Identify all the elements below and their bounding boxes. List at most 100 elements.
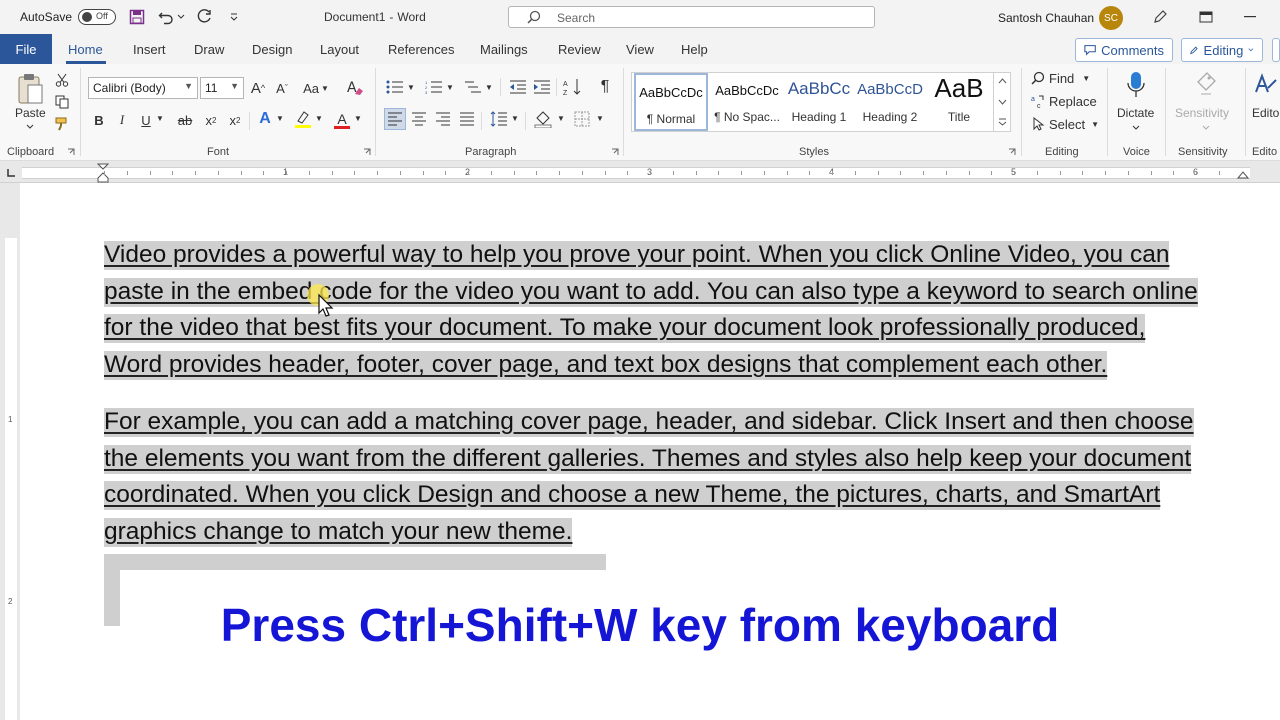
dialog-launcher-icon[interactable]	[1008, 148, 1016, 156]
dialog-launcher-icon[interactable]	[363, 148, 371, 156]
underline-button[interactable]: U	[138, 110, 154, 130]
ribbon-display-icon[interactable]	[1196, 7, 1216, 27]
highlight-dropdown-icon[interactable]: ▼	[315, 114, 323, 123]
shading-icon[interactable]	[533, 108, 553, 130]
line-spacing-icon[interactable]	[488, 108, 510, 130]
paste-dropdown-icon[interactable]	[26, 124, 34, 129]
grow-font-button[interactable]: A ^	[249, 78, 267, 98]
style-heading-1[interactable]: AaBbCc Heading 1	[782, 73, 856, 131]
clear-formatting-icon[interactable]: A	[344, 78, 366, 98]
align-center-icon[interactable]	[409, 108, 429, 130]
more-styles-icon[interactable]	[998, 118, 1007, 126]
tab-file[interactable]: File	[0, 34, 52, 64]
tab-review[interactable]: Review	[558, 42, 601, 57]
autosave-toggle[interactable]: Off	[78, 9, 116, 25]
style-sample: AaB	[934, 73, 984, 103]
pen-icon[interactable]	[1150, 7, 1170, 27]
dialog-launcher-icon[interactable]	[611, 148, 619, 156]
style-no-spacing[interactable]: AaBbCcDc ¶ No Spac...	[710, 73, 784, 131]
style-name: Title	[947, 110, 971, 124]
tab-mailings[interactable]: Mailings	[480, 42, 528, 57]
borders-dropdown-icon[interactable]: ▼	[596, 114, 604, 123]
ruler-tick	[172, 171, 173, 175]
paragraph-2[interactable]: For example, you can add a matching cove…	[104, 404, 1246, 551]
shrink-font-button[interactable]: Aˇ	[273, 78, 291, 98]
font-size-select[interactable]: 11 ▼	[200, 77, 244, 99]
select-button[interactable]: Select ▼	[1031, 115, 1099, 133]
tab-layout[interactable]: Layout	[320, 42, 359, 57]
increase-indent-icon[interactable]	[532, 78, 552, 96]
sort-icon[interactable]: AZ	[562, 77, 584, 97]
numbering-dropdown-icon[interactable]: ▼	[446, 83, 454, 92]
tab-references[interactable]: References	[388, 42, 454, 57]
editing-mode-button[interactable]: Editing	[1181, 38, 1263, 62]
find-button[interactable]: Find ▼	[1031, 69, 1090, 87]
horizontal-ruler[interactable]: 1 2 3 4 5 6	[0, 161, 1280, 183]
redo-icon[interactable]	[194, 7, 214, 27]
style-title[interactable]: AaB Title	[922, 73, 996, 131]
tab-view[interactable]: View	[626, 42, 654, 57]
italic-button[interactable]: I	[114, 110, 130, 130]
microphone-icon[interactable]	[1124, 70, 1148, 100]
show-formatting-button[interactable]: ¶	[597, 77, 613, 97]
undo-icon[interactable]	[156, 7, 176, 27]
copy-icon[interactable]	[54, 94, 70, 110]
justify-icon[interactable]	[457, 108, 477, 130]
font-color-button[interactable]: A	[333, 108, 351, 130]
align-right-icon[interactable]	[433, 108, 453, 130]
cut-icon[interactable]	[54, 72, 70, 88]
dictate-dropdown-icon[interactable]	[1132, 125, 1140, 130]
chevron-up-icon[interactable]	[998, 78, 1007, 84]
bullets-dropdown-icon[interactable]: ▼	[407, 83, 415, 92]
replace-button[interactable]: ac Replace	[1031, 92, 1097, 110]
font-family-select[interactable]: Calibri (Body) ▼	[88, 77, 198, 99]
minimize-icon[interactable]	[1240, 7, 1260, 27]
editor-icon[interactable]	[1254, 70, 1280, 100]
comments-button[interactable]: Comments	[1075, 38, 1173, 62]
text-effects-dropdown-icon[interactable]: ▼	[276, 114, 284, 123]
editor-button-label[interactable]: Edito	[1252, 106, 1279, 120]
decrease-indent-icon[interactable]	[508, 78, 528, 96]
superscript-button[interactable]: x2	[226, 110, 244, 130]
avatar[interactable]: SC	[1099, 6, 1123, 30]
tab-draw[interactable]: Draw	[194, 42, 224, 57]
subscript-button[interactable]: x2	[202, 110, 220, 130]
style-normal[interactable]: AaBbCcDc ¶ Normal	[634, 73, 708, 131]
save-icon[interactable]	[127, 7, 147, 27]
line-spacing-dropdown-icon[interactable]: ▼	[511, 114, 519, 123]
chevron-down-icon[interactable]	[998, 99, 1007, 105]
user-name[interactable]: Santosh Chauhan	[998, 11, 1094, 25]
borders-icon[interactable]	[572, 108, 592, 130]
numbering-icon[interactable]: 123	[424, 78, 444, 96]
undo-dropdown-icon[interactable]	[176, 7, 186, 27]
tab-help[interactable]: Help	[681, 42, 708, 57]
tab-insert[interactable]: Insert	[133, 42, 166, 57]
paste-button[interactable]	[14, 72, 46, 106]
font-color-dropdown-icon[interactable]: ▼	[354, 114, 362, 123]
search-box[interactable]: Search	[508, 6, 875, 28]
tab-home[interactable]: Home	[68, 42, 103, 57]
styles-scroll[interactable]	[993, 72, 1011, 132]
shading-dropdown-icon[interactable]: ▼	[557, 114, 565, 123]
bullets-icon[interactable]	[385, 78, 405, 96]
right-indent-marker-icon[interactable]	[1237, 169, 1249, 179]
indent-marker-icon[interactable]	[97, 163, 109, 183]
highlight-color-icon[interactable]	[293, 108, 313, 130]
change-case-button[interactable]: Aa ▼	[302, 78, 330, 98]
tab-stop-icon[interactable]	[6, 168, 16, 178]
tab-design[interactable]: Design	[252, 42, 292, 57]
strikethrough-button[interactable]: ab	[174, 110, 196, 130]
dialog-launcher-icon[interactable]	[67, 148, 75, 156]
format-painter-icon[interactable]	[54, 116, 70, 132]
bold-button[interactable]: B	[91, 110, 107, 130]
style-heading-2[interactable]: AaBbCcD Heading 2	[853, 73, 927, 131]
multilevel-list-icon[interactable]	[463, 78, 483, 96]
customize-toolbar-icon[interactable]	[224, 7, 244, 27]
text-effects-button[interactable]: A	[256, 108, 274, 130]
dictate-label[interactable]: Dictate	[1117, 106, 1154, 120]
paragraph-1[interactable]: Video provides a powerful way to help yo…	[104, 237, 1246, 384]
collapsed-button[interactable]	[1272, 38, 1280, 62]
align-left-icon[interactable]	[384, 108, 406, 130]
multilevel-dropdown-icon[interactable]: ▼	[485, 83, 493, 92]
underline-dropdown-icon[interactable]: ▼	[156, 114, 164, 123]
